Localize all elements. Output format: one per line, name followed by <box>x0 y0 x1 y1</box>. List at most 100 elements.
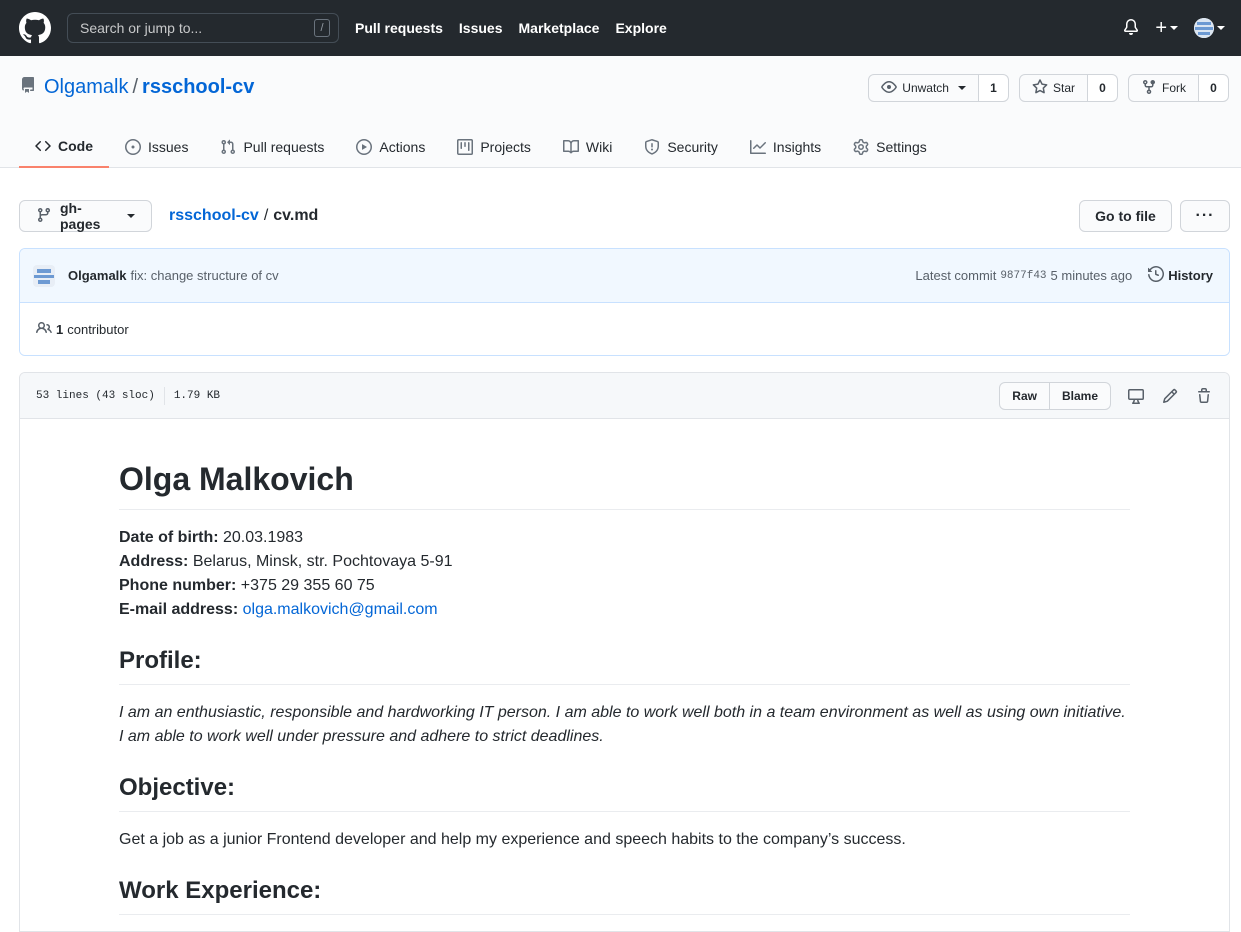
chevron-down-icon <box>1217 26 1225 30</box>
tab-code[interactable]: Code <box>19 126 109 168</box>
nav-issues[interactable]: Issues <box>459 20 503 36</box>
tab-wiki[interactable]: Wiki <box>547 126 628 168</box>
commit-author-link[interactable]: Olgamalk <box>68 268 127 283</box>
commit-message-link[interactable]: fix: change structure of cv <box>131 268 279 283</box>
objective-text: Get a job as a junior Frontend developer… <box>119 831 906 848</box>
shield-icon <box>645 139 660 155</box>
trash-icon[interactable] <box>1195 387 1213 405</box>
tab-projects[interactable]: Projects <box>441 126 547 168</box>
eye-icon <box>881 79 898 98</box>
repo-header: Olgamalk / rsschool-cv Unwatch 1 Star 0 <box>0 56 1241 168</box>
personal-info: Date of birth: 20.03.1983 Address: Belar… <box>119 526 1130 622</box>
unwatch-label: Unwatch <box>902 81 949 95</box>
raw-button[interactable]: Raw <box>999 381 1050 410</box>
nav-marketplace[interactable]: Marketplace <box>519 20 600 36</box>
avatar <box>1194 18 1214 38</box>
file-actions: Raw Blame <box>999 381 1213 410</box>
repo-name-link[interactable]: rsschool-cv <box>142 76 254 99</box>
profile-text: I am an enthusiastic, responsible and ha… <box>119 704 1126 745</box>
unwatch-button[interactable]: Unwatch <box>868 74 979 102</box>
pencil-icon[interactable] <box>1161 387 1179 405</box>
graph-icon <box>749 140 766 154</box>
address-value: Belarus, Minsk, str. Pochtovaya 5-91 <box>192 553 453 570</box>
fork-count[interactable]: 0 <box>1199 74 1229 102</box>
tab-pull-requests[interactable]: Pull requests <box>204 126 340 168</box>
nav-pull-requests[interactable]: Pull requests <box>355 20 443 36</box>
watch-count[interactable]: 1 <box>978 74 1009 102</box>
file-size: 1.79 KB <box>173 389 221 402</box>
issue-icon <box>125 139 141 155</box>
phone-value: +375 29 355 60 75 <box>240 577 375 594</box>
nav-explore[interactable]: Explore <box>615 20 666 36</box>
tab-label: Pull requests <box>243 139 325 155</box>
bell-icon[interactable] <box>1123 18 1139 38</box>
tab-issues[interactable]: Issues <box>109 126 204 168</box>
repo-title: Olgamalk / rsschool-cv <box>20 76 254 99</box>
kebab-horizontal-icon: ··· <box>1195 207 1215 224</box>
code-icon <box>35 140 51 152</box>
avatar[interactable] <box>33 264 55 287</box>
go-to-file-button[interactable]: Go to file <box>1079 200 1172 232</box>
global-nav: Pull requests Issues Marketplace Explore <box>355 20 683 36</box>
search-input[interactable]: Search or jump to... / <box>67 13 339 43</box>
create-new-button[interactable]: + <box>1155 17 1178 40</box>
search-shortcut-key: / <box>314 19 330 37</box>
tab-insights[interactable]: Insights <box>734 126 837 168</box>
contributors-label: contributor <box>67 322 129 337</box>
objective-heading: Objective: <box>119 773 1130 812</box>
fork-button[interactable]: Fork <box>1128 74 1199 102</box>
tab-label: Insights <box>772 139 822 155</box>
repo-actions: Unwatch 1 Star 0 Fork 0 <box>868 74 1229 102</box>
book-icon <box>562 139 579 154</box>
star-button[interactable]: Star <box>1018 74 1088 102</box>
file-navigation: gh-pages rsschool-cv / cv.md Go to file … <box>19 200 1230 232</box>
github-logo-icon[interactable] <box>19 12 51 44</box>
tab-label: Wiki <box>585 139 613 155</box>
fork-button-group: Fork 0 <box>1128 74 1229 102</box>
latest-commit-label: Latest commit <box>915 268 997 283</box>
repo-owner-link[interactable]: Olgamalk <box>44 76 128 99</box>
history-label: History <box>1168 268 1213 283</box>
play-icon <box>356 139 373 155</box>
chevron-down-icon <box>1170 26 1178 30</box>
tab-label: Settings <box>876 139 927 155</box>
markdown-body: Olga Malkovich Date of birth: 20.03.1983… <box>20 419 1229 915</box>
repo-tabs: Code Issues Pull requests Actions Projec… <box>19 126 943 168</box>
repo-icon <box>20 76 36 99</box>
chevron-down-icon <box>957 86 966 90</box>
history-icon <box>1148 265 1165 285</box>
fork-icon <box>1141 79 1157 98</box>
file-header: 53 lines (43 sloc) 1.79 KB Raw Blame <box>20 373 1229 419</box>
commit-sha-link[interactable]: 9877f43 <box>1000 270 1046 282</box>
breadcrumb-repo-link[interactable]: rsschool-cv <box>169 207 259 225</box>
tab-label: Issues <box>148 139 189 155</box>
repo-title-separator: / <box>132 76 139 98</box>
more-options-button[interactable]: ··· <box>1180 200 1230 232</box>
watch-button-group: Unwatch 1 <box>868 74 1009 102</box>
tab-security[interactable]: Security <box>628 126 734 168</box>
plus-icon: + <box>1155 16 1167 39</box>
dob-label: Date of birth: <box>119 529 219 546</box>
user-menu-button[interactable] <box>1194 18 1225 38</box>
fork-label: Fork <box>1162 81 1186 95</box>
star-icon <box>1032 78 1048 98</box>
cv-name-heading: Olga Malkovich <box>119 459 1130 510</box>
people-icon <box>36 320 52 339</box>
desktop-icon[interactable] <box>1127 387 1145 405</box>
tab-actions[interactable]: Actions <box>340 126 441 168</box>
tab-label: Actions <box>379 139 426 155</box>
star-button-group: Star 0 <box>1018 74 1118 102</box>
branch-select-button[interactable]: gh-pages <box>19 200 152 232</box>
contributors-row[interactable]: 1 contributor <box>20 303 1229 355</box>
breadcrumb-file: cv.md <box>273 207 319 224</box>
breadcrumb-separator: / <box>263 207 269 224</box>
phone-label: Phone number: <box>119 577 237 594</box>
divider <box>163 386 165 405</box>
star-count[interactable]: 0 <box>1088 74 1118 102</box>
breadcrumb: rsschool-cv / cv.md <box>169 207 318 225</box>
tab-settings[interactable]: Settings <box>837 126 943 168</box>
history-link[interactable]: History <box>1148 265 1213 285</box>
email-link[interactable]: olga.malkovich@gmail.com <box>243 601 438 618</box>
blame-button[interactable]: Blame <box>1049 381 1111 410</box>
email-label: E-mail address: <box>119 601 239 618</box>
